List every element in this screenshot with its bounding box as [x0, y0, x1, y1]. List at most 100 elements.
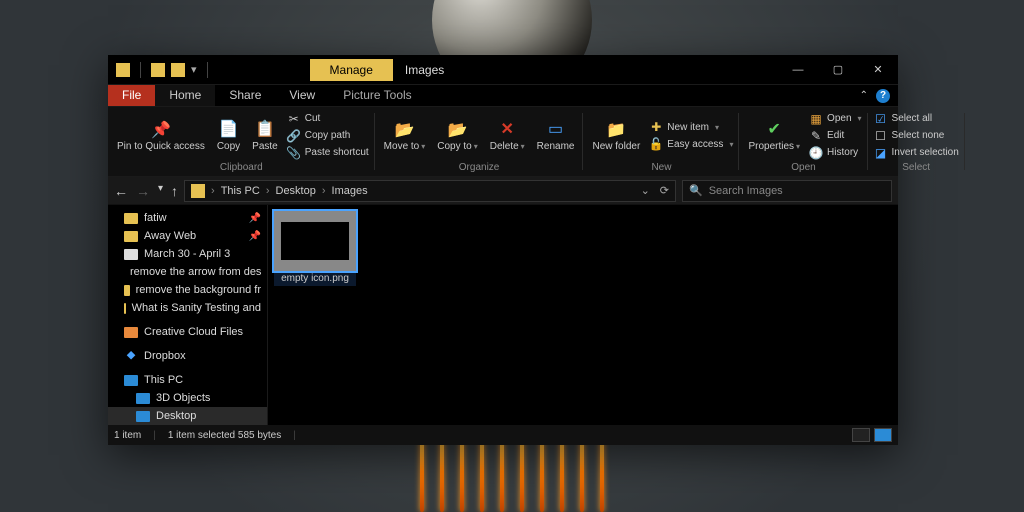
- file-item[interactable]: empty icon.png: [274, 211, 356, 286]
- nav-back-button[interactable]: ←: [114, 183, 128, 199]
- select-none-button[interactable]: ☐Select none: [874, 128, 959, 144]
- help-button[interactable]: ?: [876, 89, 890, 103]
- copy-to-icon: 📂: [448, 120, 468, 140]
- pin-to-quick-access-button[interactable]: 📌 Pin to Quick access: [114, 109, 208, 162]
- maximize-button[interactable]: ▢: [818, 55, 858, 85]
- history-button[interactable]: 🕘History: [809, 145, 861, 161]
- sidebar-item-remove-bg[interactable]: remove the background fr: [108, 281, 267, 299]
- folder-icon[interactable]: [151, 63, 165, 77]
- window-title: Images: [393, 63, 456, 77]
- sidebar-item-this-pc[interactable]: This PC: [108, 371, 267, 389]
- properties-icon: ✔: [764, 119, 784, 139]
- group-label-new: New: [589, 162, 733, 174]
- new-item-icon: ✚: [649, 120, 663, 134]
- select-all-icon: ☑: [874, 112, 888, 126]
- nav-forward-button[interactable]: →: [136, 183, 150, 199]
- nav-pane[interactable]: fatiw📌 Away Web📌 March 30 - April 3 remo…: [108, 205, 268, 425]
- delete-icon: ✕: [497, 119, 517, 139]
- invert-icon: ◪: [874, 146, 888, 160]
- sidebar-item-creative-cloud[interactable]: Creative Cloud Files: [108, 323, 267, 341]
- sidebar-item-away-web[interactable]: Away Web📌: [108, 227, 267, 245]
- search-icon: 🔍: [689, 184, 703, 197]
- address-bar[interactable]: › This PC › Desktop › Images ⌄ ⟳: [184, 180, 676, 202]
- select-all-button[interactable]: ☑Select all: [874, 111, 959, 127]
- pc-icon: [124, 375, 138, 386]
- select-none-icon: ☐: [874, 129, 888, 143]
- shortcut-icon: 📎: [287, 146, 301, 160]
- pin-icon: 📌: [249, 231, 261, 242]
- paste-shortcut-button[interactable]: 📎Paste shortcut: [287, 145, 369, 161]
- tab-file[interactable]: File: [108, 85, 155, 106]
- crumb-desktop[interactable]: Desktop: [276, 185, 316, 197]
- tab-picture-tools[interactable]: Picture Tools: [329, 85, 425, 106]
- copy-path-button[interactable]: 🔗Copy path: [287, 128, 369, 144]
- invert-selection-button[interactable]: ◪Invert selection: [874, 145, 959, 161]
- titlebar[interactable]: ▾ Manage Images — ▢ ✕: [108, 55, 898, 85]
- folder-icon[interactable]: [171, 63, 185, 77]
- delete-button[interactable]: ✕ Delete▾: [487, 109, 528, 162]
- crumb-images[interactable]: Images: [332, 185, 368, 197]
- properties-button[interactable]: ✔ Properties▾: [745, 109, 803, 162]
- group-label-organize: Organize: [381, 162, 578, 174]
- explorer-window: ▾ Manage Images — ▢ ✕ File Home Share Vi…: [108, 55, 898, 445]
- edit-button[interactable]: ✎Edit: [809, 128, 861, 144]
- history-icon: 🕘: [809, 146, 823, 160]
- dropbox-icon: ⯁: [124, 349, 138, 363]
- rename-icon: ▭: [546, 119, 566, 139]
- 3d-objects-icon: [136, 393, 150, 404]
- context-tab-manage[interactable]: Manage: [310, 59, 393, 81]
- thumbnail-image: [281, 222, 349, 260]
- open-icon: ▦: [809, 112, 823, 126]
- qat-dropdown[interactable]: ▾: [191, 63, 197, 76]
- collapse-ribbon-button[interactable]: ⌃: [860, 90, 868, 101]
- paste-button[interactable]: 📋 Paste: [249, 109, 281, 162]
- sidebar-item-march[interactable]: March 30 - April 3: [108, 245, 267, 263]
- sidebar-item-sanity[interactable]: What is Sanity Testing and: [108, 299, 267, 317]
- group-label-clipboard: Clipboard: [114, 162, 369, 174]
- crumb-this-pc[interactable]: This PC: [221, 185, 260, 197]
- folder-icon: [116, 63, 130, 77]
- address-bar-row: ← → ▾ ↑ › This PC › Desktop › Images ⌄ ⟳…: [108, 177, 898, 205]
- refresh-button[interactable]: ⟳: [660, 184, 669, 197]
- pin-icon: 📌: [151, 120, 171, 140]
- ribbon: 📌 Pin to Quick access 📄 Copy 📋 Paste ✂Cu…: [108, 107, 898, 177]
- minimize-button[interactable]: —: [778, 55, 818, 85]
- new-folder-button[interactable]: 📁 New folder: [589, 109, 643, 162]
- view-details-button[interactable]: [852, 428, 870, 442]
- search-placeholder: Search Images: [709, 185, 783, 197]
- nav-recent-button[interactable]: ▾: [158, 183, 163, 199]
- status-selection: 1 item selected 585 bytes: [168, 430, 281, 441]
- content-pane[interactable]: empty icon.png: [268, 205, 898, 425]
- sidebar-item-desktop[interactable]: Desktop: [108, 407, 267, 425]
- path-icon: 🔗: [287, 129, 301, 143]
- move-to-button[interactable]: 📂 Move to▾: [381, 109, 429, 162]
- status-item-count: 1 item: [114, 430, 141, 441]
- sidebar-item-3d-objects[interactable]: 3D Objects: [108, 389, 267, 407]
- close-button[interactable]: ✕: [858, 55, 898, 85]
- desktop-icon: [136, 411, 150, 422]
- new-item-button[interactable]: ✚New item▾: [649, 119, 733, 135]
- address-dropdown[interactable]: ⌄: [641, 184, 650, 197]
- sidebar-item-dropbox[interactable]: ⯁Dropbox: [108, 347, 267, 365]
- folder-icon: [191, 184, 205, 198]
- copy-to-button[interactable]: 📂 Copy to▾: [434, 109, 480, 162]
- file-name-label[interactable]: empty icon.png: [274, 271, 356, 286]
- easy-access-button[interactable]: 🔓Easy access▾: [649, 136, 733, 152]
- status-bar: 1 item | 1 item selected 585 bytes |: [108, 425, 898, 445]
- nav-up-button[interactable]: ↑: [171, 183, 178, 199]
- rename-button[interactable]: ▭ Rename: [534, 109, 578, 162]
- cut-button[interactable]: ✂Cut: [287, 111, 369, 127]
- sidebar-item-fatiw[interactable]: fatiw📌: [108, 209, 267, 227]
- edit-icon: ✎: [809, 129, 823, 143]
- move-icon: 📂: [394, 120, 414, 140]
- tab-share[interactable]: Share: [215, 85, 275, 106]
- easy-access-icon: 🔓: [649, 137, 663, 151]
- search-box[interactable]: 🔍 Search Images: [682, 180, 892, 202]
- copy-button[interactable]: 📄 Copy: [214, 109, 243, 162]
- sidebar-item-remove-arrow[interactable]: remove the arrow from des: [108, 263, 267, 281]
- tab-view[interactable]: View: [275, 85, 329, 106]
- open-button[interactable]: ▦Open▾: [809, 111, 861, 127]
- ribbon-tabs: File Home Share View Picture Tools ⌃ ?: [108, 85, 898, 107]
- tab-home[interactable]: Home: [155, 85, 215, 106]
- view-thumbnails-button[interactable]: [874, 428, 892, 442]
